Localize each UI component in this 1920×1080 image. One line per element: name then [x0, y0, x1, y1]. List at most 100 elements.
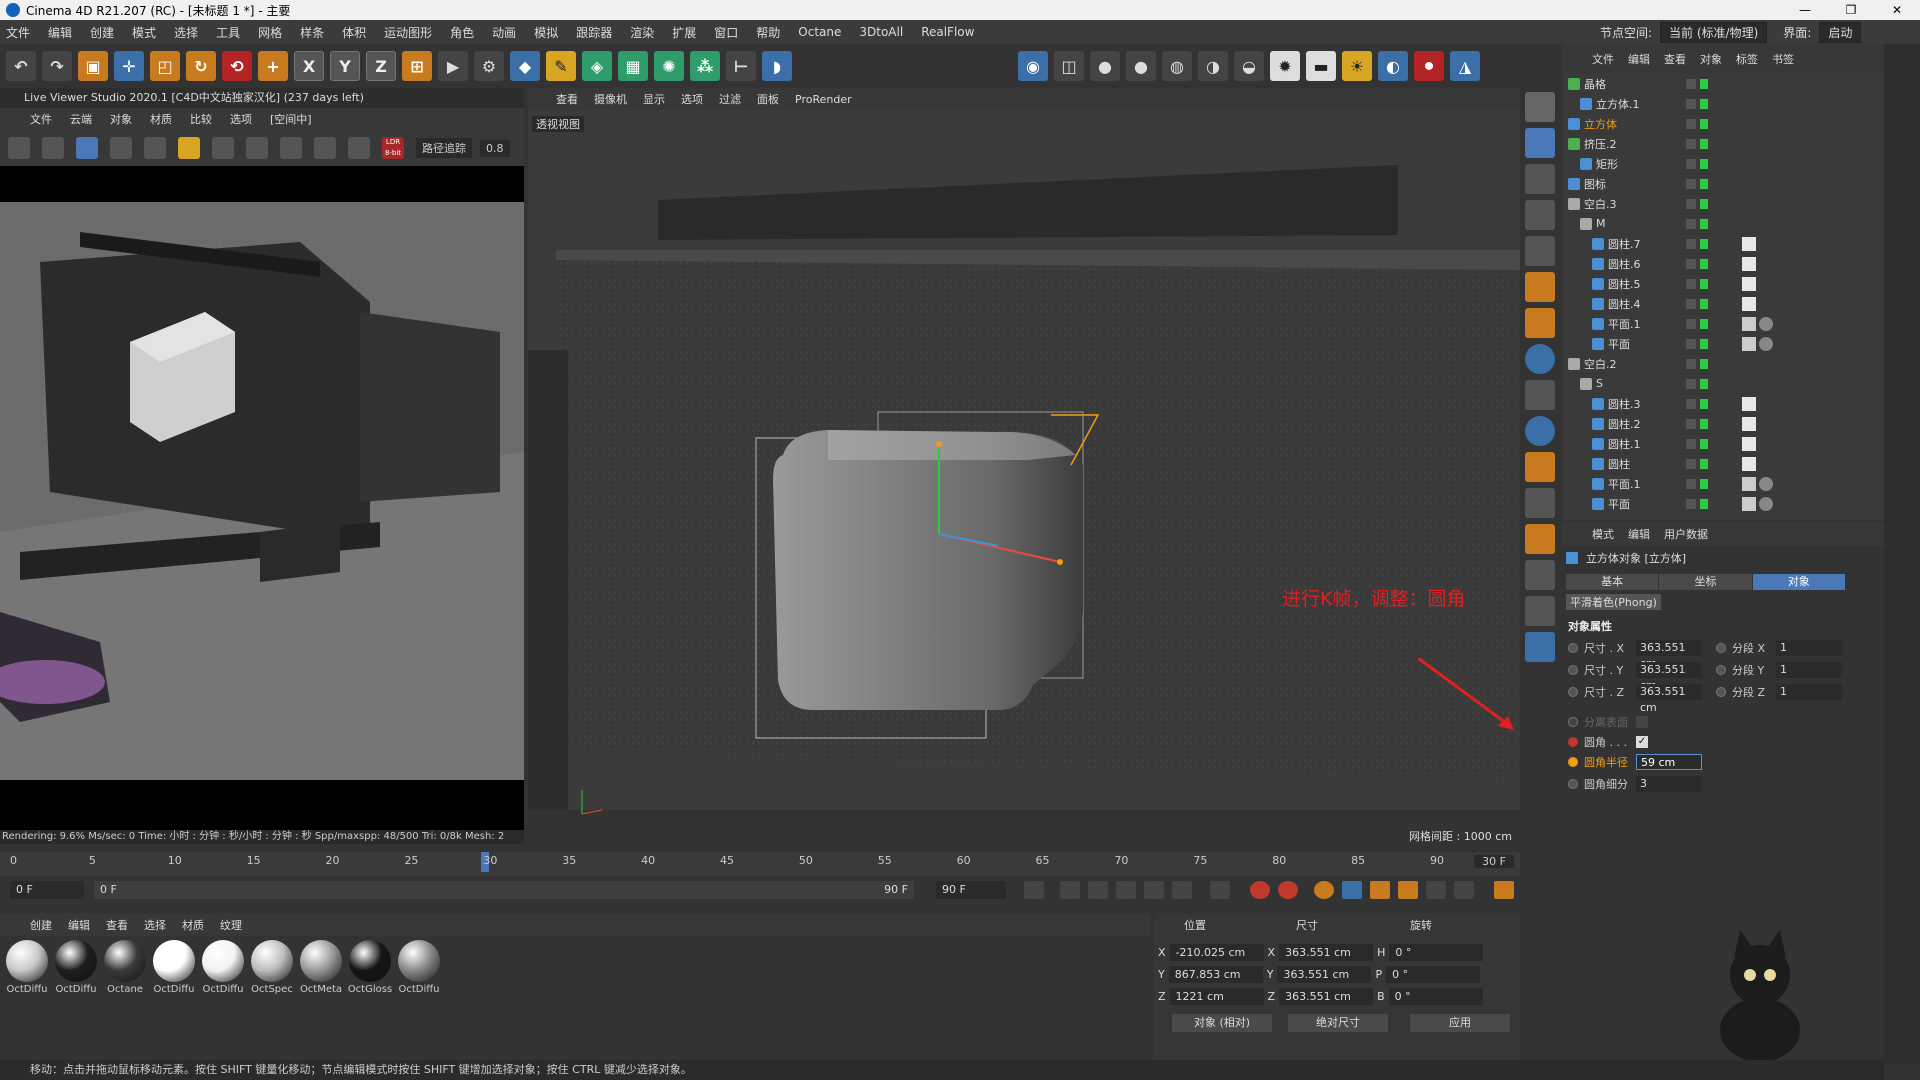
om-menu-object[interactable]: 对象: [1700, 51, 1722, 67]
visibility-flags[interactable]: [1686, 318, 1712, 329]
octane-specular-icon[interactable]: ◍: [1162, 51, 1192, 81]
am-menu-userdata[interactable]: 用户数据: [1664, 526, 1708, 542]
minimize-button[interactable]: —: [1782, 0, 1828, 20]
lv-pause-icon[interactable]: [76, 137, 98, 159]
menu-extensions[interactable]: 扩展: [672, 24, 696, 41]
workplane-icon[interactable]: [1525, 452, 1555, 482]
menu-simulate[interactable]: 模拟: [534, 24, 558, 41]
object-row[interactable]: M: [1562, 214, 1884, 234]
material-swatch[interactable]: OctGloss: [347, 940, 393, 995]
lv-menu-object[interactable]: 对象: [110, 111, 132, 127]
frame-start-field[interactable]: 0 F: [10, 881, 84, 899]
visibility-flags[interactable]: [1686, 498, 1712, 509]
fillet-subdiv-anim-icon[interactable]: [1568, 779, 1578, 789]
object-mode-icon[interactable]: [1525, 128, 1555, 158]
material-swatch[interactable]: Octane: [102, 940, 148, 995]
coordinate-system-icon[interactable]: ⊞: [402, 51, 432, 81]
rotate-icon[interactable]: ↻: [186, 51, 216, 81]
fillet-checkbox[interactable]: ✓: [1636, 736, 1648, 748]
material-swatch[interactable]: OctMeta: [298, 940, 344, 995]
material-swatch[interactable]: OctSpec: [249, 940, 295, 995]
pos-z-field[interactable]: 1221 cm: [1169, 988, 1264, 1005]
y-axis-lock-icon[interactable]: Y: [330, 51, 360, 81]
lv-restart-icon[interactable]: [42, 137, 64, 159]
object-row[interactable]: 平面.1: [1562, 314, 1884, 334]
scene-icon[interactable]: ⊢: [726, 51, 756, 81]
record-key-icon[interactable]: [1250, 881, 1270, 899]
object-row[interactable]: 圆柱.5: [1562, 274, 1884, 294]
object-row[interactable]: 圆柱.1: [1562, 434, 1884, 454]
visibility-flags[interactable]: [1686, 418, 1712, 429]
display-icon[interactable]: [1525, 632, 1555, 662]
maximize-button[interactable]: ❐: [1828, 0, 1874, 20]
octane-material-icon[interactable]: ●: [1090, 51, 1120, 81]
seg-y-anim-icon[interactable]: [1716, 665, 1726, 675]
render-settings-icon[interactable]: ⚙: [474, 51, 504, 81]
am-menu-edit[interactable]: 编辑: [1628, 526, 1650, 542]
menu-edit[interactable]: 编辑: [48, 24, 72, 41]
z-axis-lock-icon[interactable]: Z: [366, 51, 396, 81]
model-mode-icon[interactable]: [1525, 92, 1555, 122]
next-frame-icon[interactable]: [1144, 881, 1164, 899]
octane-hdri-icon[interactable]: ◐: [1378, 51, 1408, 81]
menu-tracker[interactable]: 跟踪器: [576, 24, 612, 41]
key-position-icon[interactable]: [1342, 881, 1362, 899]
next-key-icon[interactable]: [1172, 881, 1192, 899]
tag-icons[interactable]: [1742, 476, 1776, 491]
redo-icon[interactable]: ↷: [42, 51, 72, 81]
vp-menu-camera[interactable]: 摄像机: [594, 91, 627, 107]
object-row[interactable]: 空白.3: [1562, 194, 1884, 214]
tab-phong[interactable]: 平滑着色(Phong): [1566, 594, 1661, 610]
pos-y-field[interactable]: 867.853 cm: [1168, 966, 1263, 983]
material-swatch[interactable]: OctDiffu: [396, 940, 442, 995]
separate-anim-icon[interactable]: [1568, 717, 1578, 727]
tweak-icon[interactable]: [1525, 488, 1555, 518]
visibility-flags[interactable]: [1686, 338, 1712, 349]
camera-icon[interactable]: ◗: [762, 51, 792, 81]
menu-3dtoall[interactable]: 3DtoAll: [859, 25, 903, 39]
interface-select[interactable]: 启动: [1819, 21, 1862, 43]
object-row[interactable]: S: [1562, 374, 1884, 394]
mat-menu-material[interactable]: 材质: [182, 917, 204, 933]
lv-menu-compare[interactable]: 比较: [190, 111, 212, 127]
scale-icon[interactable]: ◰: [150, 51, 180, 81]
vp-menu-filter[interactable]: 过滤: [719, 91, 741, 107]
object-row[interactable]: 立方体: [1562, 114, 1884, 134]
lv-ldr-badge[interactable]: LDR 8-bit: [382, 137, 404, 159]
timeline-ruler[interactable]: 0 5 10 15 20 25 30 35 40 45 50 55 60 65 70 75 80 85 90 30 …: [0, 852, 1520, 876]
tag-icons[interactable]: [1742, 436, 1759, 451]
octane-arealight-icon[interactable]: ▬: [1306, 51, 1336, 81]
deformer-icon[interactable]: ✺: [654, 51, 684, 81]
object-row[interactable]: 圆柱.4: [1562, 294, 1884, 314]
object-row[interactable]: 平面: [1562, 494, 1884, 514]
size-mode-select[interactable]: 绝对尺寸: [1288, 1014, 1388, 1032]
octane-live-viewer-icon[interactable]: ◉: [1018, 51, 1048, 81]
seg-y-field[interactable]: 1: [1776, 662, 1842, 678]
om-menu-edit[interactable]: 编辑: [1628, 51, 1650, 67]
menu-window[interactable]: 窗口: [714, 24, 738, 41]
tag-icons[interactable]: [1742, 236, 1759, 251]
x-axis-lock-icon[interactable]: X: [294, 51, 324, 81]
tag-icons[interactable]: [1742, 296, 1759, 311]
visibility-flags[interactable]: [1686, 458, 1712, 469]
menu-octane[interactable]: Octane: [798, 25, 841, 39]
octane-sun-icon[interactable]: ☀: [1342, 51, 1372, 81]
lv-render-mode-select[interactable]: 路径追踪: [416, 138, 472, 158]
prev-key-icon[interactable]: [1060, 881, 1080, 899]
octane-glossy-icon[interactable]: ●: [1126, 51, 1156, 81]
vp-menu-display[interactable]: 显示: [643, 91, 665, 107]
texture-mode-icon[interactable]: [1525, 164, 1555, 194]
size-z-field[interactable]: 363.551 cm: [1636, 684, 1702, 714]
rot-h-field[interactable]: 0 °: [1389, 944, 1484, 961]
seg-x-anim-icon[interactable]: [1716, 643, 1726, 653]
om-menu-file[interactable]: 文件: [1592, 51, 1614, 67]
polygons-mode-icon[interactable]: [1525, 272, 1555, 302]
fillet-subdiv-field[interactable]: 3: [1636, 776, 1702, 792]
seg-x-field[interactable]: 1: [1776, 640, 1842, 656]
lv-menu-material[interactable]: 材质: [150, 111, 172, 127]
object-row[interactable]: 图标: [1562, 174, 1884, 194]
visibility-flags[interactable]: [1686, 158, 1712, 169]
om-menu-tags[interactable]: 标签: [1736, 51, 1758, 67]
object-row[interactable]: 圆柱.2: [1562, 414, 1884, 434]
key-param-icon[interactable]: [1426, 881, 1446, 899]
